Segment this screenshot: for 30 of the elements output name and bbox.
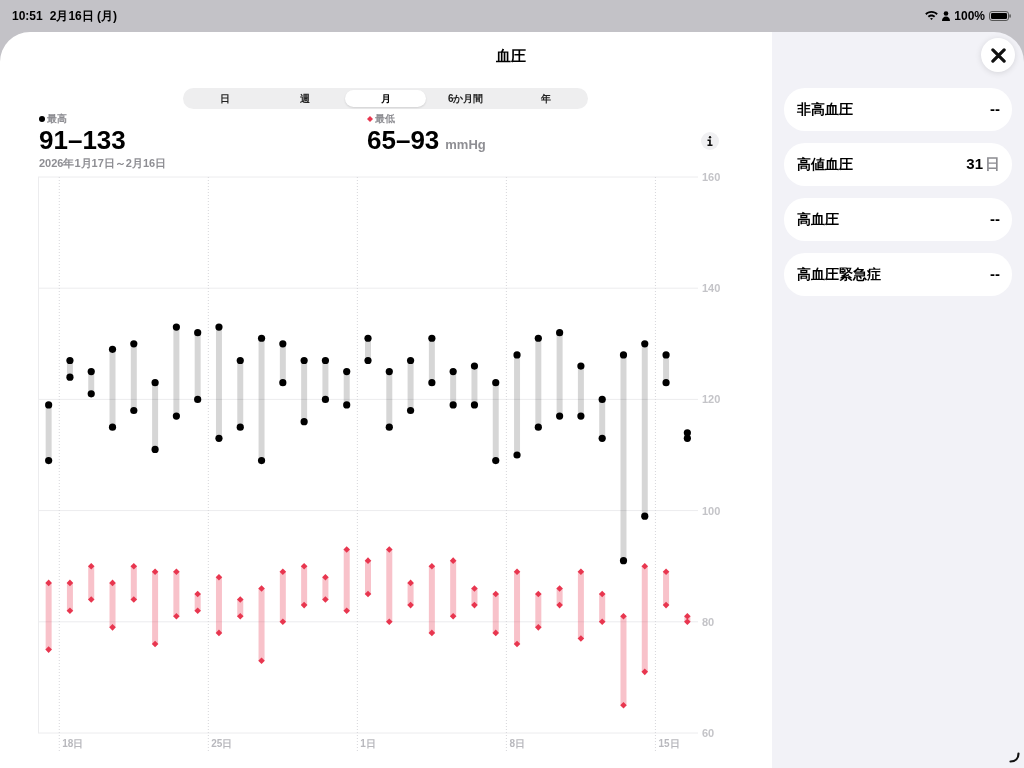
category-value: --: [990, 264, 1000, 285]
category-label: 高血圧緊急症: [797, 265, 881, 284]
legend-label: 最高: [47, 114, 67, 124]
status-time: 10:51: [12, 8, 43, 25]
x-axis-label: 15日: [658, 737, 680, 749]
category-value: --: [990, 209, 1000, 230]
x-axis-label: 8日: [509, 737, 525, 749]
unit-label: mmHg: [445, 137, 486, 153]
status-date: 2月16日 (月): [49, 8, 118, 25]
y-axis-label: 80: [702, 615, 715, 628]
x-axis-label: 18日: [62, 737, 84, 749]
category-label: 非高血圧: [797, 100, 853, 119]
category-value: 31: [966, 154, 983, 175]
y-axis-label: 120: [702, 393, 721, 406]
category-label: 高血圧: [797, 210, 839, 229]
y-axis-label: 140: [702, 282, 721, 295]
battery-percent: 100%: [954, 8, 985, 25]
y-axis-label: 60: [702, 727, 715, 739]
category-value: --: [990, 99, 1000, 120]
date-range: 2026年1月17日～2月16日: [39, 156, 167, 170]
sheet-title: 血圧: [496, 45, 526, 66]
category-label: 高値血圧: [797, 155, 853, 174]
y-axis-label: 160: [702, 171, 721, 183]
y-axis-label: 100: [702, 504, 721, 517]
x-axis-label: 1日: [360, 737, 376, 749]
x-axis-label: 25日: [211, 737, 233, 749]
summary-value: 65–93: [367, 126, 440, 154]
category-unit: 日: [985, 154, 1000, 175]
summary-value: 91–133: [39, 126, 126, 154]
legend-label: 最低: [375, 114, 395, 124]
